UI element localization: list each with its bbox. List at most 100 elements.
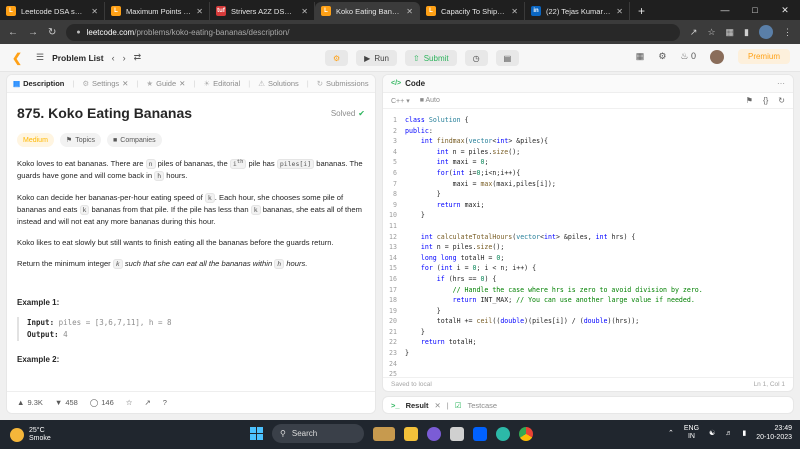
timer-icon[interactable]: ◷ [464,50,488,66]
tab-editorial[interactable]: ☀ Editorial [203,79,240,88]
chrome-icon[interactable] [519,426,533,441]
close-window-icon[interactable]: ✕ [770,0,800,20]
back-icon[interactable]: ← [8,27,18,38]
tab-close-icon[interactable]: ✕ [511,7,518,16]
browser-tab-strip: L Leetcode DSA sheet ✕ L Maximum Points You ✕… [0,0,800,20]
weather-widget[interactable]: 25°C Smoke [0,427,140,443]
battery-icon[interactable]: ▮ [742,429,746,437]
browser-tab[interactable]: L Leetcode DSA sheet ✕ [0,2,105,20]
browser-menu-icon[interactable]: ⋮ [783,27,792,38]
shuffle-icon[interactable]: ⇄ [134,52,142,63]
code-tab[interactable]: Code [405,79,425,88]
premium-button[interactable]: Premium [737,49,790,64]
start-windows-icon[interactable] [250,427,263,440]
taskbar-search[interactable]: ⚲ Search [272,424,364,443]
tab-close-icon[interactable]: ✕ [301,7,308,16]
browser-tab[interactable]: L Koko Eating Bananas ✕ [315,2,420,20]
url-field[interactable]: ● leetcode.com/problems/koko-eating-bana… [66,23,680,41]
leetcode-header: ❮ ☰ Problem List ‹ › ⇄ ⚙ ▶ Run ⇧ Submit ◷ … [0,44,800,72]
minimize-icon[interactable]: — [710,0,740,20]
extensions-icon[interactable]: ▦ [726,27,735,38]
problem-list-link[interactable]: Problem List [52,53,103,63]
maximize-icon[interactable]: □ [740,0,770,20]
description-paragraph-4: Return the minimum integer k such that s… [17,259,308,270]
share-icon[interactable]: ↗ [690,27,698,38]
wifi-icon[interactable]: ☯ [709,429,715,437]
reset-icon[interactable]: ↻ [778,96,785,105]
favorite-star-icon[interactable]: ☆ [126,398,133,407]
browser-tab[interactable]: L Maximum Points You ✕ [105,2,210,20]
layout-icon[interactable]: ▦ [636,51,645,62]
tab-close-icon[interactable]: ✕ [91,7,98,16]
dislike-button[interactable]: ▼ 458 [55,398,78,407]
widgets-app-icon[interactable] [373,426,395,441]
tab-favicon-icon: L [426,6,436,16]
tab-settings[interactable]: ⚙ Settings ✕ [82,79,128,88]
search-icon: ⚲ [280,429,286,438]
tab-close-icon[interactable]: ✕ [616,7,623,16]
comments-button[interactable]: ◯ 146 [90,398,114,407]
tab-title: Maximum Points You [126,6,192,16]
tab-close-icon[interactable]: ✕ [196,7,203,16]
tab-title: Capacity To Ship Pac [441,6,507,16]
code-panel: </> Code ⋯ C++ ▾ ■ Auto ⚑ {} ↻ 1 class So… [382,74,794,392]
leetcode-logo-icon[interactable]: ❮ [10,51,24,65]
help-icon[interactable]: ? [163,398,167,407]
result-tab[interactable]: Result [406,401,429,410]
lock-icon: ■ [419,97,424,104]
tray-chevron-up-icon[interactable]: ⌃ [668,429,674,437]
tab-submissions[interactable]: ↻ Submissions [317,79,369,88]
language-indicator[interactable]: ENG IN [684,425,699,441]
format-braces-icon[interactable]: {} [763,96,768,105]
bookmark-star-icon[interactable]: ☆ [707,27,715,38]
prev-problem-icon[interactable]: ‹ [112,53,115,63]
store-icon[interactable] [450,426,464,441]
language-select[interactable]: C++ ▾ [391,97,410,105]
tab-description[interactable]: ▤ Description [13,79,64,88]
problem-title[interactable]: 875. Koko Eating Bananas [17,105,192,121]
clock[interactable]: 23:49 20-10-2023 [756,424,792,442]
like-button[interactable]: ▲ 9.3K [17,398,43,407]
save-status: Saved to local [391,381,432,388]
edge-icon[interactable] [496,426,510,441]
tab-guide[interactable]: ★ Guide ✕ [146,79,185,88]
tab-close-icon[interactable]: ✕ [122,79,128,88]
tab-close-icon[interactable]: ✕ [179,79,185,88]
submit-button[interactable]: ⇧ Submit [405,50,457,66]
profile-avatar[interactable] [759,25,773,39]
testcase-tab[interactable]: Testcase [467,401,497,410]
topics-badge[interactable]: ⚑ Topics [59,133,102,147]
notes-icon[interactable]: ▤ [495,50,520,66]
streak-fire-icon[interactable]: ♨ 0 [680,51,696,62]
next-problem-icon[interactable]: › [123,53,126,63]
sidebar-icon[interactable]: ▮ [744,27,749,38]
run-button[interactable]: ▶ Run [356,50,398,66]
panel-menu-icon[interactable]: ⋯ [777,79,785,88]
dropbox-icon[interactable] [473,426,487,441]
browser-tab[interactable]: tuf Strivers A2Z DSA Co ✕ [210,2,315,20]
browser-tab[interactable]: in (22) Tejas Kumar | Lin ✕ [525,2,630,20]
cursor-position: Ln 1, Col 1 [753,381,785,388]
bookmark-icon[interactable]: ⚑ [746,96,753,105]
debug-button[interactable]: ⚙ [325,50,349,66]
tab-solutions[interactable]: ⚠ Solutions [258,79,299,88]
new-tab-button[interactable]: + [630,2,653,20]
description-panel: ▤ Description | ⚙ Settings ✕ | ★ Guide ✕ | ☀ Editori… [6,74,376,414]
tab-favicon-icon: L [321,6,331,16]
companies-badge[interactable]: ■ Companies [107,133,162,147]
tab-close-icon[interactable]: ✕ [434,401,440,410]
settings-gear-icon[interactable]: ⚙ [658,51,666,62]
tab-close-icon[interactable]: ✕ [406,7,413,16]
forward-icon[interactable]: → [28,27,38,38]
user-avatar[interactable] [709,49,724,64]
teams-icon[interactable] [427,426,441,441]
browser-tab[interactable]: L Capacity To Ship Pac ✕ [420,2,525,20]
share-icon[interactable]: ↗ [144,398,150,407]
streak-count: 0 [690,51,696,61]
reload-icon[interactable]: ↻ [48,27,56,38]
auto-toggle[interactable]: ■ Auto [420,97,440,104]
volume-icon[interactable]: ♬ [725,430,732,437]
url-host: leetcode.com [86,27,135,37]
file-explorer-icon[interactable] [404,426,418,441]
code-editor[interactable]: 1 class Solution { 2 public: 3 int findmax… [383,115,793,377]
